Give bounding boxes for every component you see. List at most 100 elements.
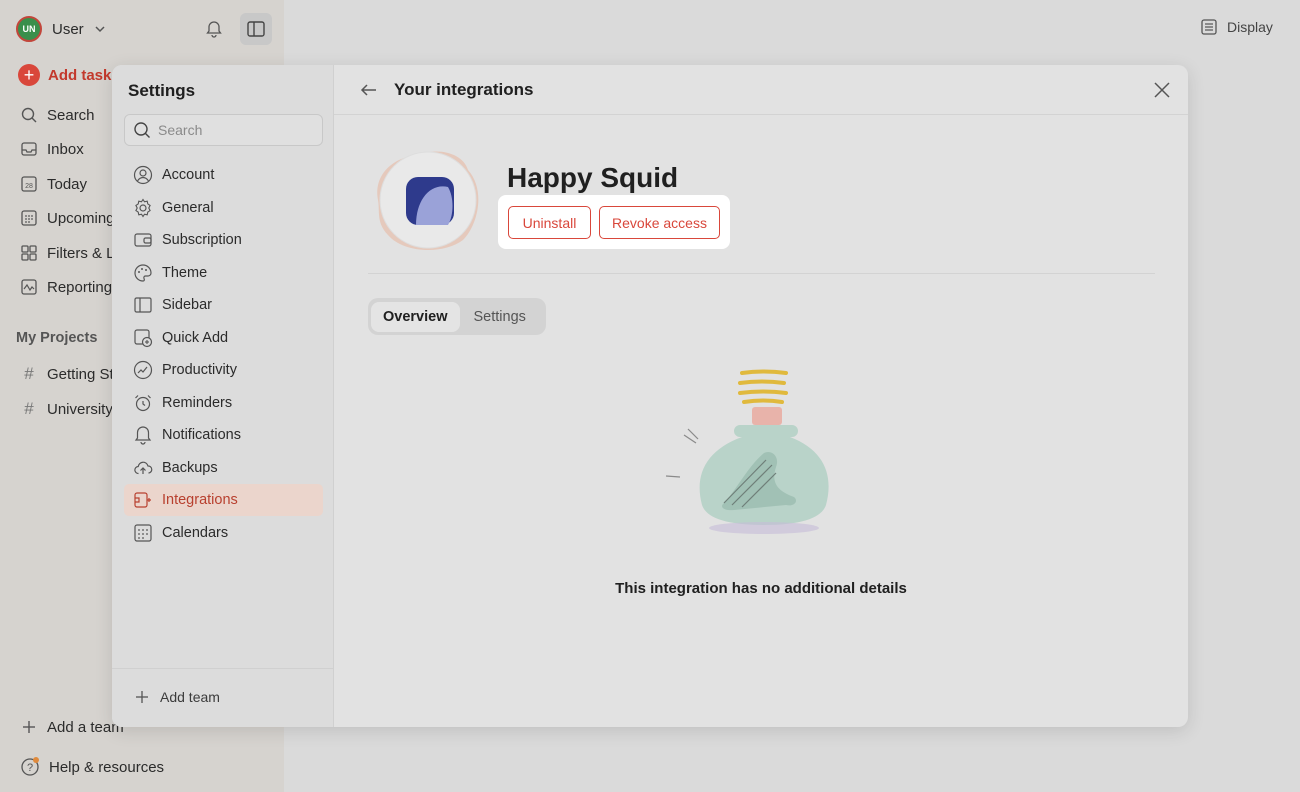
settings-item-productivity[interactable]: Productivity xyxy=(124,354,323,386)
add-task-label: Add task xyxy=(48,66,112,84)
menu-label: Notifications xyxy=(162,427,241,443)
plus-icon xyxy=(136,691,148,703)
avatar: UN xyxy=(16,16,42,42)
settings-item-reminders[interactable]: Reminders xyxy=(124,387,323,419)
cloud-upload-icon xyxy=(134,461,153,474)
menu-label: Theme xyxy=(162,264,208,281)
svg-text:?: ? xyxy=(27,762,33,774)
modal-header: Your integrations xyxy=(334,65,1188,115)
tab-settings[interactable]: Settings xyxy=(462,302,538,332)
calendar-grid-icon xyxy=(21,210,37,226)
quick-add-icon xyxy=(134,328,153,347)
sidebar-toggle-icon xyxy=(247,21,265,37)
settings-modal: Settings Account General Subscription Th… xyxy=(112,65,1188,727)
settings-item-account[interactable]: Account xyxy=(124,159,323,191)
menu-label: Sidebar xyxy=(162,297,212,313)
user-menu[interactable]: UN User xyxy=(16,16,106,42)
settings-title: Settings xyxy=(128,81,196,100)
nav-item-upcoming[interactable]: Upcoming xyxy=(20,206,115,230)
add-team-label: Add team xyxy=(160,689,220,705)
nav-label: Reporting xyxy=(47,278,113,296)
notifications-bell[interactable] xyxy=(204,19,224,39)
project-item[interactable]: # Getting St xyxy=(20,362,114,386)
nav-item-reporting[interactable]: Reporting xyxy=(20,275,112,299)
nav-item-today[interactable]: 28 Today xyxy=(20,172,87,196)
settings-item-general[interactable]: General xyxy=(124,192,323,224)
settings-item-sidebar[interactable]: Sidebar xyxy=(124,289,323,321)
nav-item-search[interactable]: Search xyxy=(20,103,95,127)
display-button[interactable]: Display xyxy=(1200,18,1273,36)
inbox-icon xyxy=(21,142,37,156)
display-label: Display xyxy=(1227,19,1273,35)
nav-label: Today xyxy=(47,175,88,193)
settings-sidebar: Settings Account General Subscription Th… xyxy=(112,65,334,727)
project-item[interactable]: # University xyxy=(20,397,113,421)
settings-item-subscription[interactable]: Subscription xyxy=(124,224,323,256)
search-icon xyxy=(134,122,150,138)
close-icon[interactable] xyxy=(1150,78,1174,102)
menu-label: Calendars xyxy=(162,524,229,541)
reporting-icon xyxy=(21,279,37,295)
help-resources-button[interactable]: ? Help & resources xyxy=(20,755,164,779)
back-arrow-icon[interactable] xyxy=(358,79,380,101)
add-task-button[interactable]: + Add task xyxy=(18,64,111,86)
toggle-sidebar-button[interactable] xyxy=(240,13,272,45)
integrations-icon xyxy=(134,492,151,508)
settings-search[interactable] xyxy=(124,114,323,146)
menu-label: Account xyxy=(162,167,215,183)
divider xyxy=(368,273,1155,274)
menu-label: Reminders xyxy=(162,394,233,411)
uninstall-button[interactable]: Uninstall xyxy=(508,206,591,239)
hash-icon: # xyxy=(24,364,34,383)
settings-menu: Account General Subscription Theme Sideb… xyxy=(124,159,323,549)
nav-label: Filters & L xyxy=(47,244,115,262)
display-icon xyxy=(1201,19,1217,35)
settings-item-integrations[interactable]: Integrations xyxy=(124,484,323,516)
project-label: Getting St xyxy=(47,365,114,383)
bell-icon xyxy=(206,21,222,38)
sidebar-icon xyxy=(134,297,152,313)
settings-item-quick-add[interactable]: Quick Add xyxy=(124,322,323,354)
integration-detail: Your integrations Happy Squid Uninstall … xyxy=(334,65,1188,727)
help-label: Help & resources xyxy=(49,758,165,776)
tab-overview[interactable]: Overview xyxy=(371,301,460,332)
gear-icon xyxy=(135,197,151,218)
settings-search-input[interactable] xyxy=(158,122,308,138)
calendar-today-icon: 28 xyxy=(21,176,37,192)
filters-icon xyxy=(21,245,37,261)
divider xyxy=(112,668,334,669)
menu-label: Subscription xyxy=(162,232,242,248)
palette-icon xyxy=(134,263,152,282)
tab-bar: Overview Settings xyxy=(368,298,546,335)
settings-item-backups[interactable]: Backups xyxy=(124,452,323,484)
plus-icon xyxy=(23,721,35,733)
wallet-icon xyxy=(134,233,152,247)
menu-label: Integrations xyxy=(162,492,238,508)
menu-label: Quick Add xyxy=(162,329,229,346)
user-label: User xyxy=(52,20,84,38)
alarm-icon xyxy=(135,394,151,411)
menu-label: Productivity xyxy=(162,362,237,378)
calendar-icon xyxy=(134,523,152,542)
help-icon: ? xyxy=(21,757,39,776)
nav-item-filters[interactable]: Filters & L xyxy=(20,241,115,265)
settings-item-notifications[interactable]: Notifications xyxy=(124,419,323,451)
empty-state-message: This integration has no additional detai… xyxy=(615,580,907,597)
revoke-access-button[interactable]: Revoke access xyxy=(599,206,720,239)
projects-heading[interactable]: My Projects xyxy=(16,330,97,346)
add-a-team-button[interactable]: Add a team xyxy=(20,715,124,739)
menu-label: Backups xyxy=(162,459,218,476)
empty-state-illustration xyxy=(665,369,829,534)
menu-label: General xyxy=(162,199,214,216)
add-team-button[interactable]: Add team xyxy=(134,689,220,705)
settings-item-calendars[interactable]: Calendars xyxy=(124,517,323,549)
bell-icon xyxy=(134,426,152,445)
today-icon-number: 28 xyxy=(25,183,33,190)
productivity-icon xyxy=(133,360,153,380)
integration-name: Happy Squid xyxy=(507,162,679,193)
project-label: University xyxy=(47,400,113,418)
nav-label: Inbox xyxy=(47,140,84,158)
search-icon xyxy=(21,107,37,123)
settings-item-theme[interactable]: Theme xyxy=(124,257,323,289)
nav-item-inbox[interactable]: Inbox xyxy=(20,137,84,161)
